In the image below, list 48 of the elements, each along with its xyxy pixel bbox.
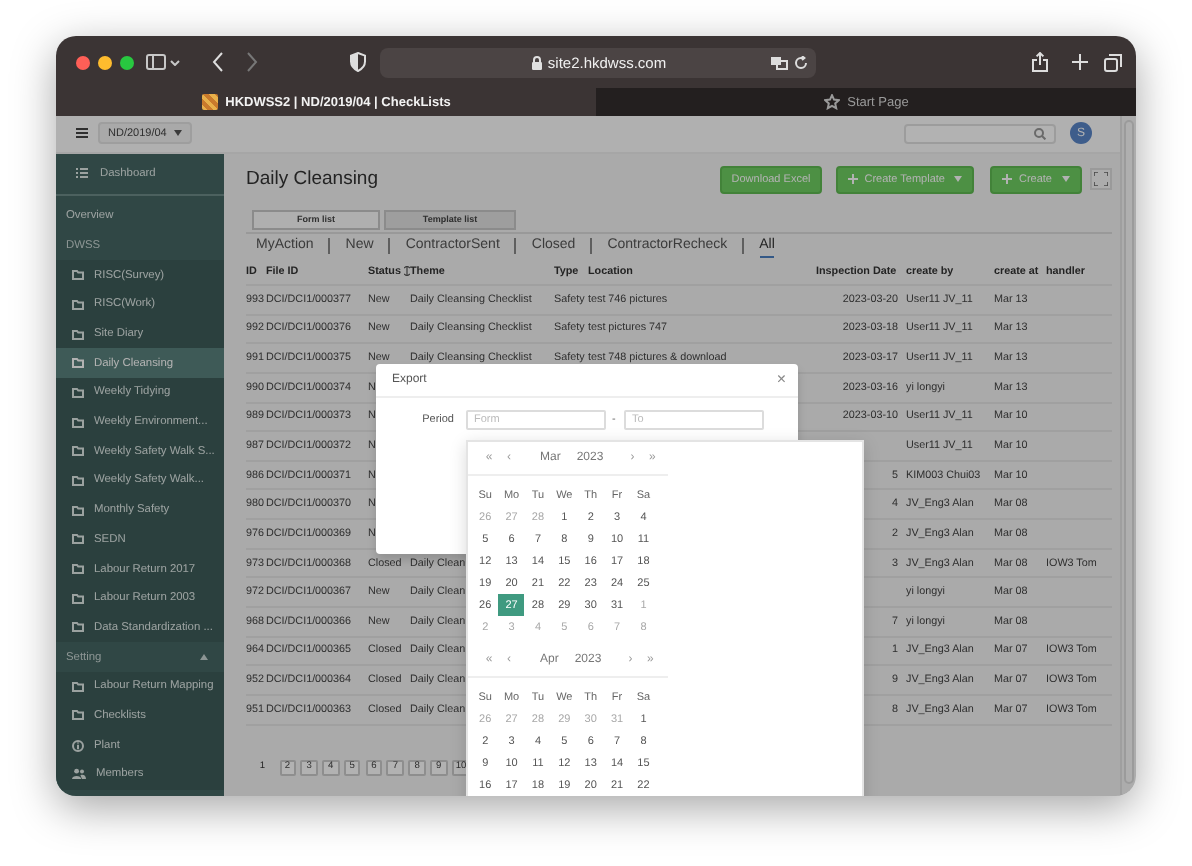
folder-icon: [72, 564, 84, 575]
back-icon[interactable]: [212, 52, 224, 72]
list-icon: [76, 168, 88, 179]
window-minimize-button[interactable]: [98, 55, 112, 69]
lock-icon: [531, 55, 542, 69]
new-tab-icon[interactable]: [1072, 54, 1088, 70]
sidebar-icon[interactable]: [146, 54, 166, 70]
folder-icon: [72, 299, 84, 310]
close-button[interactable]: ×: [776, 372, 786, 388]
folder-icon: [72, 475, 84, 486]
folder-icon: [72, 710, 84, 721]
translate-icon[interactable]: [770, 55, 788, 69]
caret-down-icon: [1062, 176, 1070, 183]
info-icon: [72, 739, 84, 752]
folder-icon: [72, 270, 84, 281]
plus-icon: [848, 174, 859, 185]
search-field[interactable]: [904, 123, 1056, 144]
people-icon: [72, 768, 86, 781]
folder-icon: [72, 358, 84, 369]
folder-icon: [72, 417, 84, 428]
menu-icon[interactable]: [76, 128, 88, 139]
page-title: Daily Cleansing: [246, 168, 379, 191]
window-zoom-button[interactable]: [120, 55, 134, 69]
caret-down-icon: [954, 176, 963, 183]
tab-overview-icon[interactable]: [1104, 53, 1122, 71]
folder-icon: [72, 622, 84, 633]
share-icon[interactable]: [1032, 52, 1048, 72]
folder-icon: [72, 505, 84, 516]
caret-down-icon: [174, 130, 182, 137]
folder-icon: [72, 446, 84, 457]
folder-icon: [72, 534, 84, 545]
scrollbar[interactable]: [1120, 116, 1136, 796]
favicon-icon: [201, 94, 218, 110]
search-icon: [1034, 127, 1046, 140]
folder-icon: [72, 681, 84, 692]
folder-icon: [72, 593, 84, 604]
forward-icon[interactable]: [246, 52, 258, 72]
window-close-button[interactable]: [76, 55, 90, 69]
reload-icon[interactable]: [794, 55, 808, 69]
chevron-down-icon[interactable]: [170, 59, 180, 65]
fullscreen-icon: [1094, 172, 1108, 187]
folder-icon: [72, 387, 84, 398]
plus-icon: [1002, 174, 1013, 185]
fullscreen-button[interactable]: [1090, 168, 1112, 191]
sort-icon[interactable]: [404, 266, 411, 277]
folder-icon: [72, 329, 84, 340]
shield-icon[interactable]: [350, 52, 366, 72]
star-icon: [823, 94, 840, 110]
